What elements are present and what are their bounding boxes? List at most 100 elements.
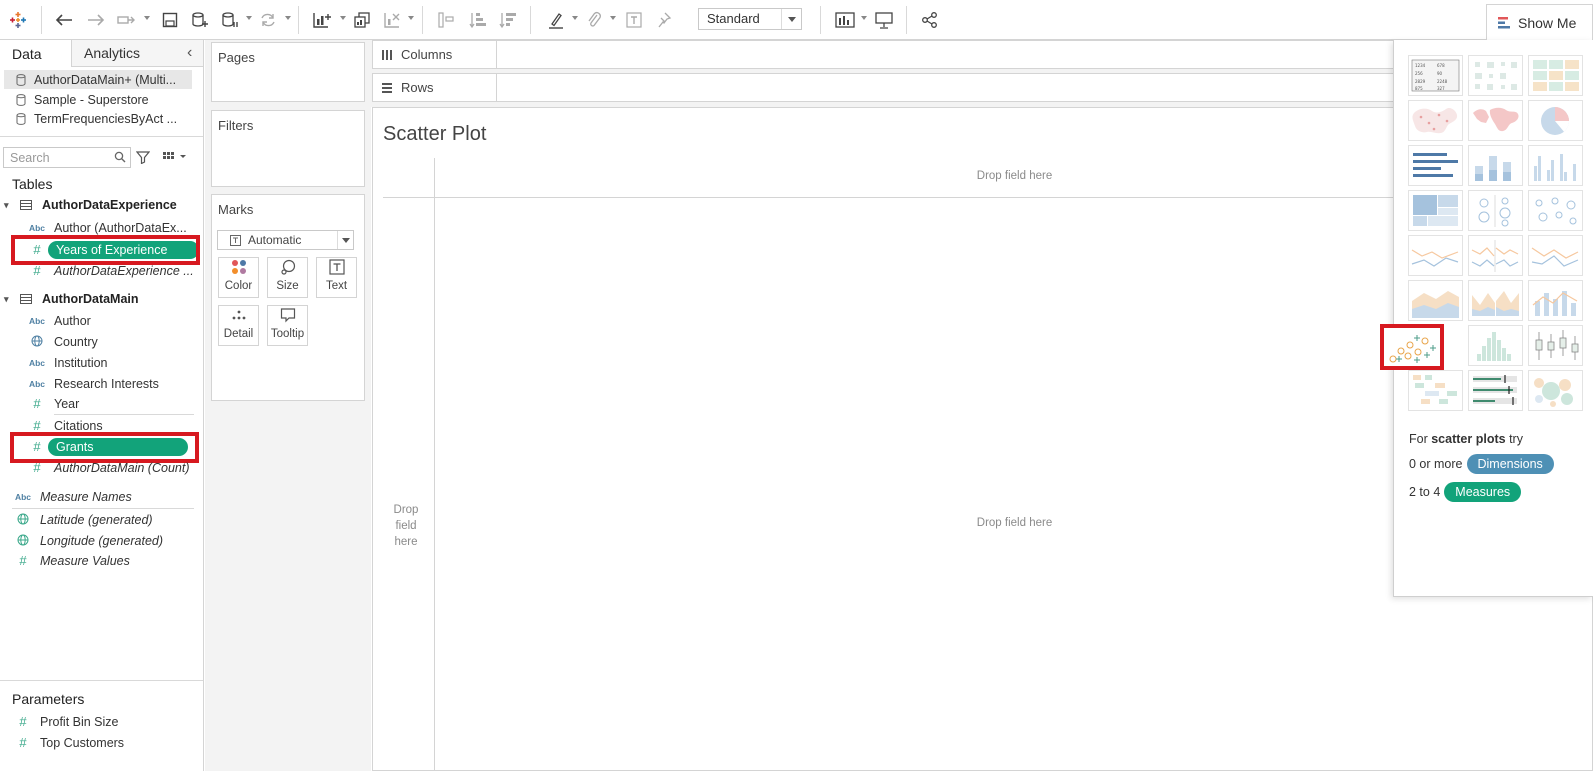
new-worksheet-icon[interactable]: [310, 8, 334, 32]
size-icon: [280, 259, 295, 275]
parameter-item[interactable]: # Profit Bin Size: [12, 712, 118, 731]
chart-type-gantt[interactable]: [1408, 370, 1463, 411]
parameter-item[interactable]: # Top Customers: [12, 733, 124, 752]
chart-type-side-by-side-circles[interactable]: [1528, 190, 1583, 231]
field-item[interactable]: # AuthorDataExperience ...: [26, 261, 193, 280]
size-button[interactable]: Size: [267, 257, 308, 298]
marks-card: Marks Automatic Color Size Text Detail T…: [211, 194, 365, 401]
chart-type-treemap[interactable]: [1408, 190, 1463, 231]
chart-type-stacked-bars[interactable]: [1468, 145, 1523, 186]
chart-type-circle-views[interactable]: [1468, 190, 1523, 231]
new-data-source-icon[interactable]: [188, 8, 212, 32]
chart-type-dual-lines[interactable]: [1528, 235, 1583, 276]
undo-icon[interactable]: [52, 8, 76, 32]
sort-descending-icon[interactable]: [496, 8, 520, 32]
clear-caret-icon[interactable]: [408, 16, 414, 20]
presentation-mode-icon[interactable]: [872, 8, 896, 32]
refresh-icon[interactable]: [256, 8, 280, 32]
share-icon[interactable]: [918, 8, 942, 32]
chart-type-box-and-whisker[interactable]: [1528, 325, 1583, 366]
field-label: Citations: [54, 418, 103, 433]
field-item[interactable]: Longitude (generated): [12, 531, 163, 550]
duplicate-sheet-icon[interactable]: [350, 8, 374, 32]
filters-shelf[interactable]: Filters: [211, 110, 365, 187]
show-me-button[interactable]: Show Me: [1486, 4, 1593, 40]
redo-icon[interactable]: [84, 8, 108, 32]
show-cards-icon[interactable]: [833, 8, 857, 32]
table-header[interactable]: ▾ AuthorDataExperience: [4, 198, 177, 212]
chart-type-scatter-plot-selected[interactable]: [1380, 324, 1444, 370]
search-input[interactable]: Search: [3, 147, 131, 168]
pause-updates-icon[interactable]: [218, 8, 242, 32]
collapse-pane-icon[interactable]: ‹: [187, 44, 192, 62]
replay-caret-icon[interactable]: [144, 16, 150, 20]
expand-arrow-icon[interactable]: ▾: [4, 200, 18, 211]
table-header[interactable]: ▾ AuthorDataMain: [4, 292, 139, 306]
group-members-icon[interactable]: [582, 8, 606, 32]
group-caret-icon[interactable]: [610, 16, 616, 20]
field-item[interactable]: Abc Measure Names: [12, 487, 132, 506]
filter-fields-icon[interactable]: [135, 150, 151, 167]
chart-type-highlight-table[interactable]: [1528, 55, 1583, 96]
chart-type-area-continuous[interactable]: [1408, 280, 1463, 321]
data-source-item[interactable]: Sample - Superstore: [4, 90, 192, 109]
chevron-down-icon[interactable]: [781, 9, 801, 29]
detail-button[interactable]: Detail: [218, 305, 259, 346]
highlight-caret-icon[interactable]: [572, 16, 578, 20]
show-mark-labels-icon[interactable]: [622, 8, 646, 32]
cards-caret-icon[interactable]: [861, 16, 867, 20]
chart-type-pie[interactable]: [1528, 100, 1583, 141]
chart-type-packed-bubbles[interactable]: [1528, 370, 1583, 411]
string-type-icon: Abc: [14, 491, 32, 502]
data-caret-icon[interactable]: [246, 16, 252, 20]
replay-icon[interactable]: [114, 8, 138, 32]
field-item[interactable]: # AuthorDataMain (Count): [26, 458, 189, 477]
toolbar-separator: [530, 6, 531, 34]
field-item[interactable]: Abc Institution: [26, 353, 108, 372]
swap-rows-columns-icon[interactable]: [434, 8, 458, 32]
new-sheet-caret-icon[interactable]: [340, 16, 346, 20]
sort-ascending-icon[interactable]: [466, 8, 490, 32]
fix-axes-icon[interactable]: [652, 8, 676, 32]
chart-type-discrete-lines[interactable]: [1468, 235, 1523, 276]
sheet-title[interactable]: Scatter Plot: [383, 123, 486, 146]
view-options-icon[interactable]: [162, 150, 188, 167]
field-item[interactable]: Country: [26, 332, 98, 351]
tooltip-button[interactable]: Tooltip: [267, 305, 308, 346]
text-button[interactable]: Text: [316, 257, 357, 298]
field-item[interactable]: Abc Author: [26, 311, 91, 330]
drop-zone-left[interactable]: Drop field here: [381, 502, 431, 550]
chart-type-filled-map[interactable]: [1468, 100, 1523, 141]
chart-type-area-discrete[interactable]: [1468, 280, 1523, 321]
chart-type-symbol-map[interactable]: [1408, 100, 1463, 141]
chart-type-horizontal-bars[interactable]: [1408, 145, 1463, 186]
fit-select[interactable]: Standard: [698, 8, 802, 30]
pages-shelf[interactable]: Pages: [211, 42, 365, 102]
pie-chart-thumbnail-icon: [1541, 107, 1569, 135]
tableau-logo-icon[interactable]: [6, 8, 30, 32]
color-button[interactable]: Color: [218, 257, 259, 298]
data-source-item[interactable]: AuthorDataMain+ (Multi...: [4, 70, 192, 89]
mark-type-select[interactable]: Automatic: [217, 230, 354, 250]
chart-type-continuous-lines[interactable]: [1408, 235, 1463, 276]
chart-type-heat-map[interactable]: [1468, 55, 1523, 96]
field-item[interactable]: Abc Research Interests: [26, 374, 159, 393]
chart-type-side-by-side-bars[interactable]: [1528, 145, 1583, 186]
refresh-caret-icon[interactable]: [285, 16, 291, 20]
chart-type-dual-combination[interactable]: [1528, 280, 1583, 321]
tab-data[interactable]: Data: [0, 40, 72, 67]
chevron-down-icon[interactable]: [337, 231, 353, 249]
chart-type-histogram[interactable]: [1468, 325, 1523, 366]
clear-sheet-icon[interactable]: [380, 8, 404, 32]
highlight-icon[interactable]: [544, 8, 568, 32]
tab-analytics[interactable]: Analytics: [72, 40, 203, 67]
save-icon[interactable]: [158, 8, 182, 32]
expand-arrow-icon[interactable]: ▾: [4, 294, 18, 305]
field-item[interactable]: # Year: [26, 394, 79, 413]
field-item[interactable]: Latitude (generated): [12, 510, 153, 529]
field-item[interactable]: # Measure Values: [12, 551, 130, 570]
data-source-item[interactable]: TermFrequenciesByAct ...: [4, 109, 192, 128]
field-label: Author: [54, 313, 91, 328]
chart-type-bullet-graph[interactable]: [1468, 370, 1523, 411]
chart-type-text-table[interactable]: 1234 678 256 90 2829 2248 875 327: [1408, 55, 1463, 96]
